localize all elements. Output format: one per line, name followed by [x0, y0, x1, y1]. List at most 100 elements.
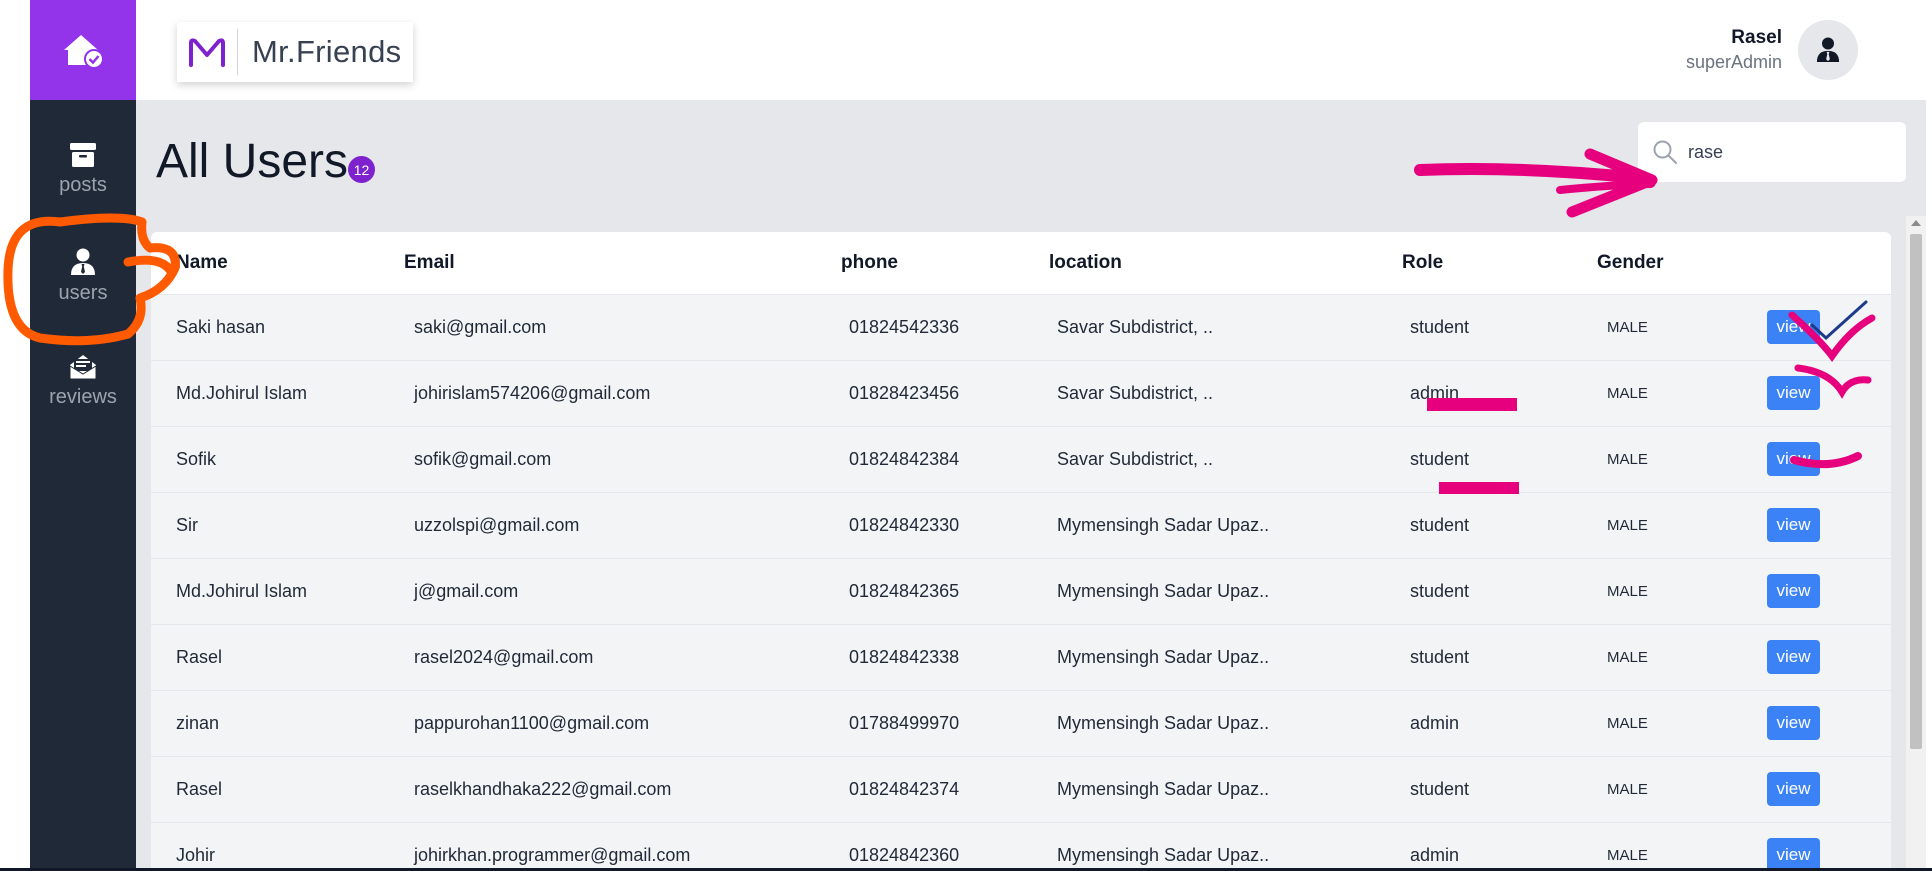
cell-email: raselkhandhaka222@gmail.com — [414, 778, 672, 799]
column-header-action — [1767, 232, 1891, 295]
cell-action: view — [1767, 426, 1891, 492]
cell-location: Mymensingh Sadar Upaz.. — [1057, 514, 1270, 535]
sidebar-item-posts[interactable]: posts — [30, 142, 136, 197]
page-title: All Users — [156, 135, 349, 188]
cell-action: view — [1767, 690, 1891, 756]
cell-role: admin — [1410, 712, 1460, 733]
cell-location: Savar Subdistrict, .. — [1057, 316, 1214, 337]
home-check-icon — [64, 35, 104, 69]
cell-location: Savar Subdistrict, .. — [1057, 382, 1214, 403]
cell-phone: 01828423456 — [849, 382, 960, 403]
column-header-role[interactable]: Role — [1401, 232, 1597, 295]
cell-gender: MALE — [1607, 516, 1648, 534]
scrollbar-thumb[interactable] — [1910, 234, 1922, 749]
home-button[interactable] — [30, 0, 136, 100]
view-button[interactable]: view — [1767, 574, 1820, 608]
view-button[interactable]: view — [1767, 772, 1820, 806]
cell-action: view — [1767, 294, 1891, 360]
cell-action: view — [1767, 624, 1891, 690]
cell-location: Savar Subdistrict, .. — [1057, 448, 1214, 469]
cell-gender: MALE — [1607, 318, 1648, 336]
column-header-name[interactable]: Name — [151, 232, 399, 295]
vertical-scrollbar[interactable] — [1906, 216, 1926, 871]
cell-gender: MALE — [1607, 582, 1648, 600]
avatar[interactable] — [1798, 20, 1858, 80]
cell-role: admin — [1410, 382, 1460, 403]
cell-role: student — [1410, 646, 1470, 667]
column-header-gender[interactable]: Gender — [1597, 232, 1767, 295]
cell-role: student — [1410, 448, 1470, 469]
scroll-up-arrow-icon[interactable] — [1911, 220, 1921, 226]
cell-name: Saki hasan — [176, 316, 266, 337]
view-button[interactable]: view — [1767, 838, 1820, 871]
top-bar: Mr.Friends Rasel superAdmin — [136, 0, 1932, 100]
cell-name: Md.Johirul Islam — [176, 580, 308, 601]
cell-name: Md.Johirul Islam — [176, 382, 308, 403]
cell-role: student — [1410, 778, 1470, 799]
cell-email: uzzolspi@gmail.com — [414, 514, 580, 535]
cell-gender: MALE — [1607, 648, 1648, 666]
cell-gender: MALE — [1607, 450, 1648, 468]
table-row: Sir uzzolspi@gmail.com 01824842330 Mymen… — [151, 492, 1891, 558]
cell-name: zinan — [176, 712, 220, 733]
brand-logo[interactable]: Mr.Friends — [177, 22, 413, 82]
cell-phone: 01824842374 — [849, 778, 960, 799]
cell-action: view — [1767, 822, 1891, 871]
cell-location: Mymensingh Sadar Upaz.. — [1057, 580, 1270, 601]
cell-phone: 01824842365 — [849, 580, 960, 601]
cell-role: admin — [1410, 844, 1460, 865]
cell-email: rasel2024@gmail.com — [414, 646, 594, 667]
view-button[interactable]: view — [1767, 442, 1820, 476]
cell-location: Mymensingh Sadar Upaz.. — [1057, 844, 1270, 865]
user-tie-icon — [71, 248, 95, 275]
cell-gender: MALE — [1607, 714, 1648, 732]
search-box[interactable] — [1638, 122, 1906, 182]
view-button[interactable]: view — [1767, 376, 1820, 410]
sidebar-item-label: posts — [59, 174, 107, 196]
view-button[interactable]: view — [1767, 508, 1820, 542]
table-row: Md.Johirul Islam johirislam574206@gmail.… — [151, 360, 1891, 426]
search-input[interactable] — [1688, 141, 1888, 163]
user-role: superAdmin — [1685, 52, 1782, 72]
cell-phone: 01788499970 — [849, 712, 960, 733]
cell-role: student — [1410, 514, 1470, 535]
cell-location: Mymensingh Sadar Upaz.. — [1057, 778, 1270, 799]
envelope-open-icon — [69, 355, 97, 380]
cell-email: pappurohan1100@gmail.com — [414, 712, 650, 733]
cell-email: saki@gmail.com — [414, 316, 547, 337]
user-menu[interactable]: Rasel superAdmin — [1686, 18, 1932, 82]
cell-action: view — [1767, 492, 1891, 558]
sidebar: posts users reviews — [30, 0, 136, 871]
search-icon — [1653, 140, 1677, 164]
cell-email: johirkhan.programmer@gmail.com — [414, 844, 691, 865]
sidebar-item-users[interactable]: users — [30, 248, 136, 305]
view-button[interactable]: view — [1767, 706, 1820, 740]
column-header-phone[interactable]: phone — [841, 232, 1049, 295]
archive-icon — [70, 143, 96, 167]
table-row: Johir johirkhan.programmer@gmail.com 018… — [151, 822, 1891, 871]
view-button[interactable]: view — [1767, 640, 1820, 674]
cell-email: johirislam574206@gmail.com — [414, 382, 651, 403]
cell-name: Rasel — [176, 646, 223, 667]
table-row: Md.Johirul Islam j@gmail.com 01824842365… — [151, 558, 1891, 624]
cell-action: view — [1767, 360, 1891, 426]
cell-name: Rasel — [176, 778, 223, 799]
cell-phone: 01824542336 — [849, 316, 960, 337]
column-header-location[interactable]: location — [1049, 232, 1401, 295]
table-row: Saki hasan saki@gmail.com 01824542336 Sa… — [151, 294, 1891, 360]
sidebar-item-label: reviews — [49, 386, 117, 408]
right-gutter — [1926, 0, 1932, 871]
cell-gender: MALE — [1607, 780, 1648, 798]
table-row: zinan pappurohan1100@gmail.com 017884999… — [151, 690, 1891, 756]
table-row: Rasel rasel2024@gmail.com 01824842338 My… — [151, 624, 1891, 690]
cell-gender: MALE — [1607, 384, 1648, 402]
cell-action: view — [1767, 558, 1891, 624]
cell-role: student — [1410, 316, 1470, 337]
column-header-email[interactable]: Email — [399, 232, 841, 295]
cell-location: Mymensingh Sadar Upaz.. — [1057, 712, 1270, 733]
cell-location: Mymensingh Sadar Upaz.. — [1057, 646, 1270, 667]
cell-phone: 01824842338 — [849, 646, 960, 667]
view-button[interactable]: view — [1767, 310, 1820, 344]
sidebar-item-reviews[interactable]: reviews — [30, 354, 136, 409]
left-margin — [0, 0, 30, 871]
